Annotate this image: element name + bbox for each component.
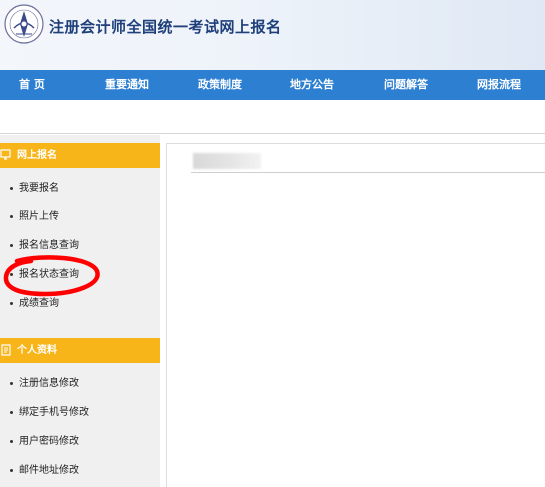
nav-item-local-announcements[interactable]: 地方公告 bbox=[290, 70, 334, 100]
main-nav: 首 页 重要通知 政策制度 地方公告 问题解答 网报流程 bbox=[0, 70, 545, 100]
document-icon bbox=[1, 344, 11, 356]
sidebar: 网上报名 我要报名 照片上传 报名信息查询 报名状态查询 成绩查询 个人资料 注… bbox=[0, 135, 160, 487]
section-header-online-registration: 网上报名 bbox=[0, 143, 160, 168]
sidebar-item-photo-upload[interactable]: 照片上传 bbox=[0, 207, 160, 227]
sidebar-item-edit-phone[interactable]: 绑定手机号修改 bbox=[0, 403, 160, 423]
sidebar-item-registration-info[interactable]: 报名信息查询 bbox=[0, 236, 160, 256]
bullet-icon bbox=[10, 411, 13, 414]
bullet-icon bbox=[10, 382, 13, 385]
sidebar-item-label: 报名信息查询 bbox=[19, 240, 79, 251]
sidebar-item-label: 成绩查询 bbox=[19, 298, 59, 309]
bullet-icon bbox=[10, 302, 13, 305]
nav-item-policies[interactable]: 政策制度 bbox=[198, 70, 242, 100]
sidebar-item-label: 注册信息修改 bbox=[19, 378, 79, 389]
monitor-icon bbox=[0, 149, 11, 160]
sidebar-item-label: 用户密码修改 bbox=[19, 436, 79, 447]
annotation-circle bbox=[3, 255, 100, 297]
bullet-icon bbox=[10, 469, 13, 472]
section-title: 个人资料 bbox=[17, 345, 57, 356]
sidebar-item-label: 邮件地址修改 bbox=[19, 465, 79, 476]
nav-item-home[interactable]: 首 页 bbox=[19, 70, 45, 100]
sidebar-item-edit-email[interactable]: 邮件地址修改 bbox=[0, 461, 160, 481]
nav-item-process[interactable]: 网报流程 bbox=[477, 70, 521, 100]
bullet-icon bbox=[10, 244, 13, 247]
divider bbox=[191, 172, 545, 173]
bullet-icon bbox=[10, 215, 13, 218]
sidebar-item-scores[interactable]: 成绩查询 bbox=[0, 294, 160, 314]
sidebar-item-label: 我要报名 bbox=[19, 183, 59, 194]
site-title: 注册会计师全国统一考试网上报名 bbox=[49, 18, 282, 36]
sidebar-item-label: 照片上传 bbox=[19, 211, 59, 222]
nav-item-notices[interactable]: 重要通知 bbox=[105, 70, 149, 100]
section-header-personal-info: 个人资料 bbox=[0, 338, 160, 363]
sidebar-item-edit-registration[interactable]: 注册信息修改 bbox=[0, 374, 160, 394]
site-header: 注册会计师全国统一考试网上报名 bbox=[0, 0, 545, 70]
cicpa-emblem-icon[interactable] bbox=[4, 4, 44, 44]
main-content bbox=[166, 143, 545, 487]
sidebar-item-edit-password[interactable]: 用户密码修改 bbox=[0, 432, 160, 452]
sidebar-item-label: 绑定手机号修改 bbox=[19, 407, 89, 418]
bullet-icon bbox=[10, 187, 13, 190]
section-title: 网上报名 bbox=[17, 150, 57, 161]
redacted-heading bbox=[193, 153, 261, 169]
nav-item-faq[interactable]: 问题解答 bbox=[384, 70, 428, 100]
bullet-icon bbox=[10, 440, 13, 443]
sidebar-item-register[interactable]: 我要报名 bbox=[0, 179, 160, 199]
subheader-strip bbox=[0, 100, 545, 134]
